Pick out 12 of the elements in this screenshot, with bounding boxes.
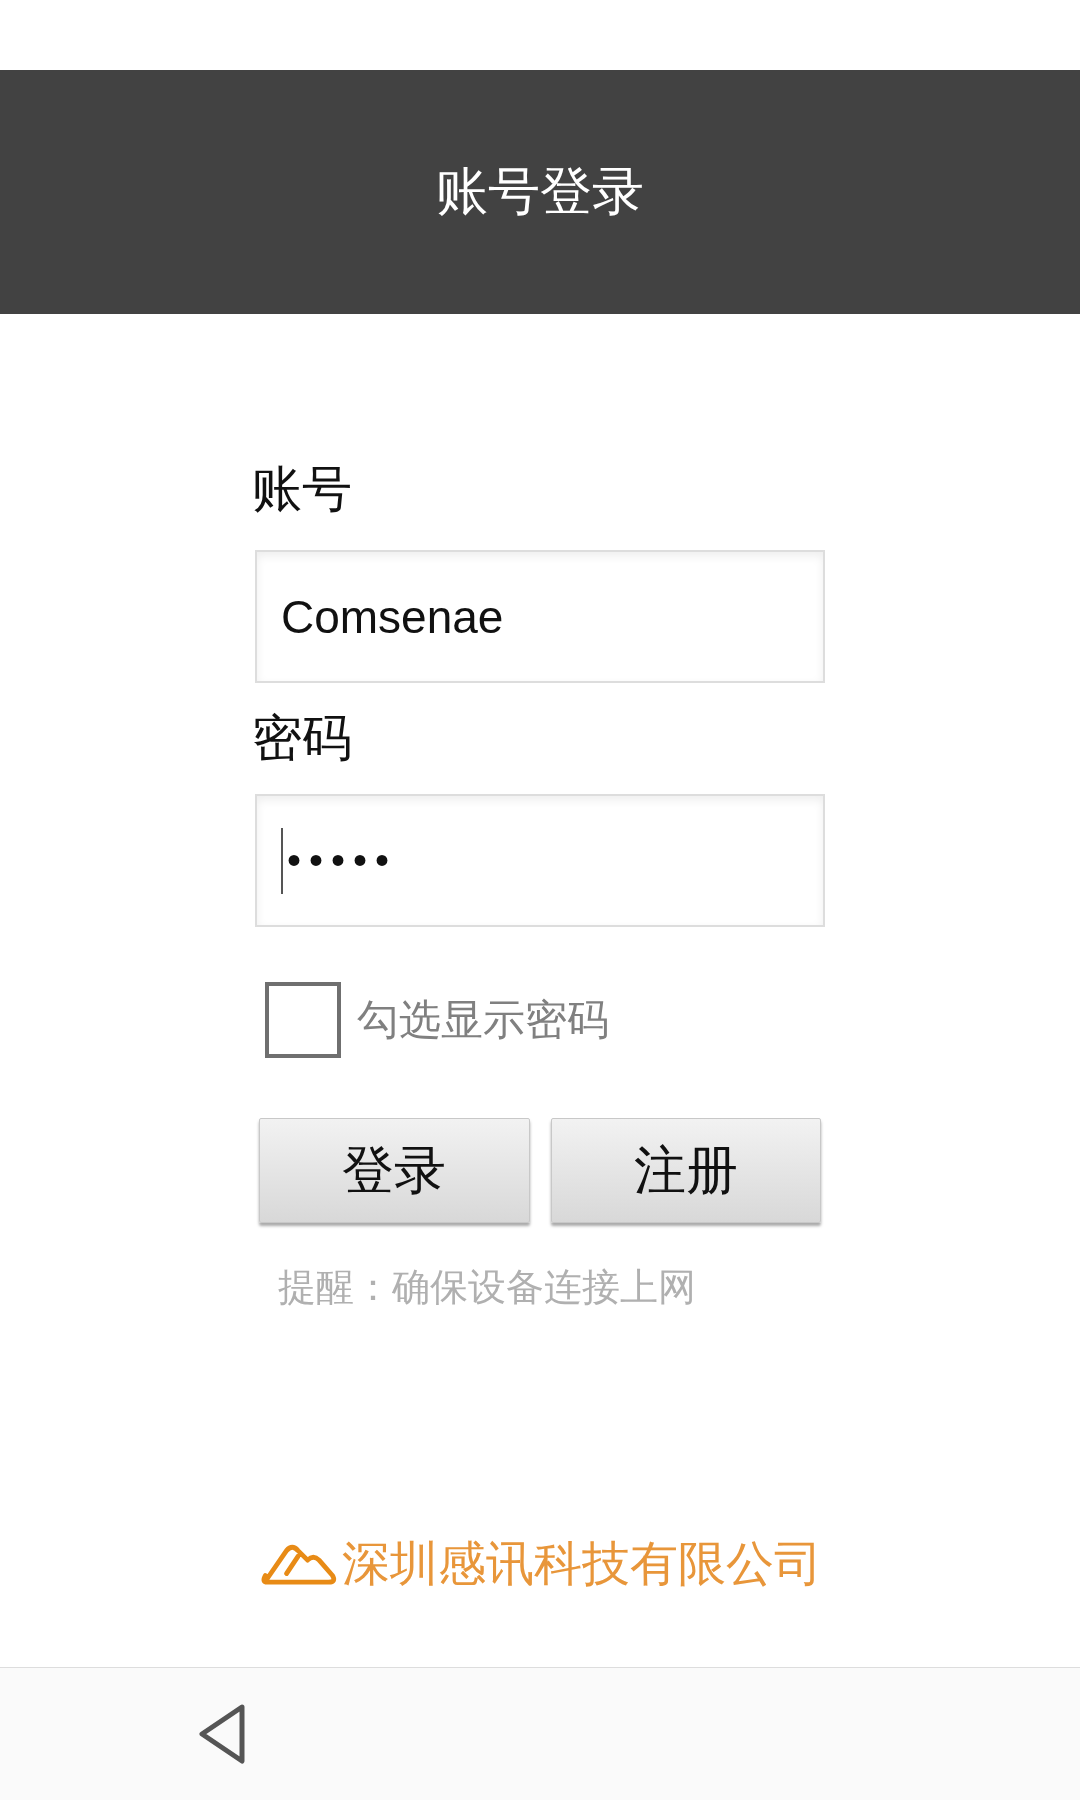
back-icon[interactable] — [197, 1703, 247, 1765]
checkbox[interactable] — [265, 982, 341, 1058]
show-password-label: 勾选显示密码 — [357, 994, 609, 1046]
account-label: 账号 — [252, 459, 353, 520]
hint-text: 提醒：确保设备连接上网 — [278, 1264, 697, 1311]
password-field[interactable]: ••••• — [255, 794, 825, 927]
account-field[interactable]: Comsenae — [255, 550, 825, 683]
register-button[interactable]: 注册 — [550, 1118, 821, 1223]
page-title: 账号登录 — [436, 160, 644, 223]
login-button[interactable]: 登录 — [259, 1118, 530, 1223]
company-name: 深圳感讯科技有限公司 — [342, 1534, 822, 1593]
password-label: 密码 — [252, 708, 353, 769]
